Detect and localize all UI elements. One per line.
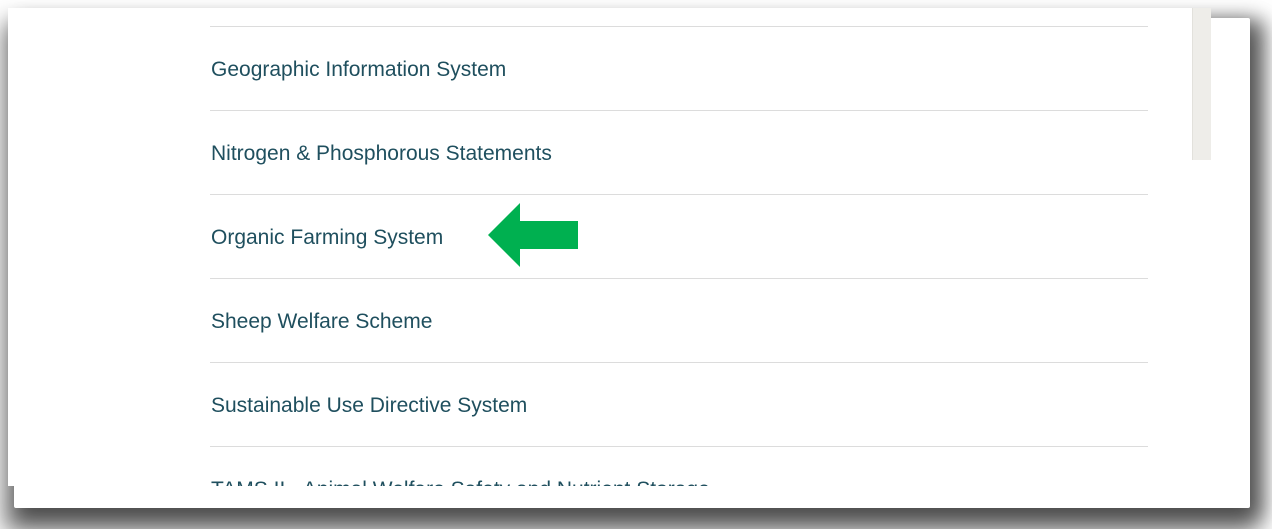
menu-panel: Geographic Information System Nitrogen &…	[8, 8, 1211, 486]
menu-item-link[interactable]: Organic Farming System	[211, 226, 443, 250]
menu-item[interactable]: Sustainable Use Directive System	[210, 363, 1148, 447]
menu-item[interactable]: Geographic Information System	[210, 27, 1148, 111]
menu-item-link[interactable]: Sustainable Use Directive System	[211, 394, 527, 418]
menu-item[interactable]: Organic Farming System	[210, 195, 1148, 279]
screenshot-frame: Geographic Information System Nitrogen &…	[0, 0, 1272, 529]
menu-item[interactable]: Sheep Welfare Scheme	[210, 279, 1148, 363]
menu-item-link[interactable]: Geographic Information System	[211, 58, 506, 82]
menu-item-link[interactable]: Nitrogen & Phosphorous Statements	[211, 142, 552, 166]
scrollbar-thumb[interactable]	[1192, 8, 1211, 160]
menu-item[interactable]: Nitrogen & Phosphorous Statements	[210, 111, 1148, 195]
menu-item-link[interactable]: Sheep Welfare Scheme	[211, 310, 432, 334]
menu-item-link[interactable]: TAMS II - Animal Welfare Safety and Nutr…	[211, 478, 710, 486]
menu-item[interactable]: TAMS II - Animal Welfare Safety and Nutr…	[210, 447, 1148, 486]
arrow-left-icon	[488, 203, 578, 267]
